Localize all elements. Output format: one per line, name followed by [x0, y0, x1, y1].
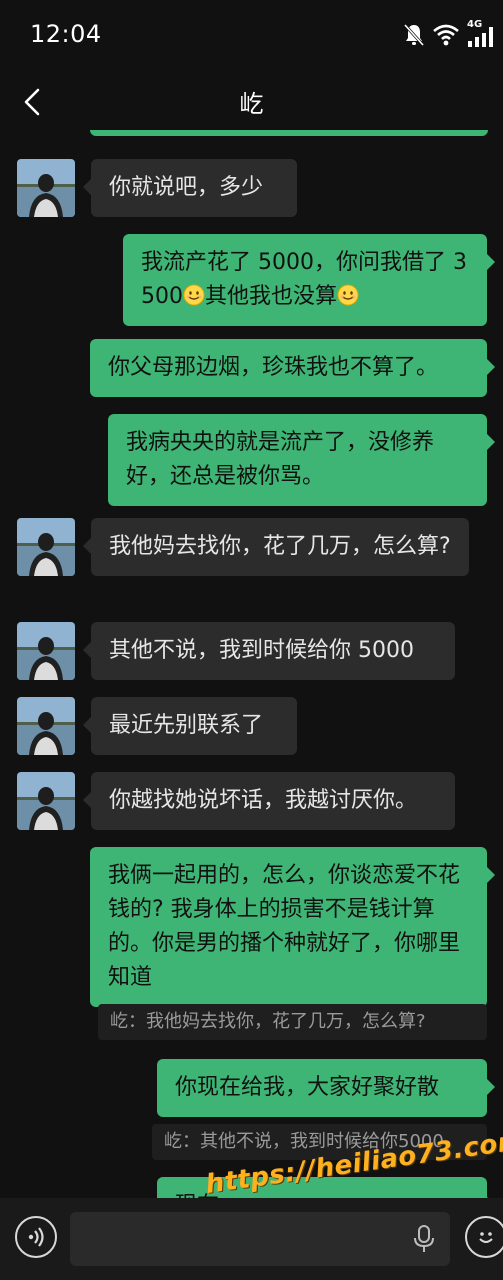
input-bar: [0, 1198, 503, 1280]
message-text: 最近先别联系了: [109, 713, 264, 738]
message-bubble-received[interactable]: 最近先别联系了: [83, 697, 297, 755]
message-text: 我他妈去找你，花了几万，怎么算?: [109, 534, 451, 559]
quoted-reply[interactable]: 屹：我他妈去找你，花了几万，怎么算?: [98, 1004, 487, 1040]
voice-mode-button[interactable]: [15, 1216, 57, 1258]
contact-avatar[interactable]: [17, 622, 75, 680]
microphone-icon[interactable]: [412, 1224, 436, 1254]
message-bubble-sent[interactable]: 我流产花了 5000，你问我借了 3500 其他我也没算: [123, 234, 495, 326]
message-text: 你现在给我，大家好聚好散: [175, 1075, 440, 1100]
quoted-reply[interactable]: 屹：其他不说，我到时候给你5000: [152, 1124, 487, 1160]
quote-text: 屹：其他不说，我到时候给你5000: [164, 1131, 444, 1152]
chat-title: 屹: [239, 90, 264, 118]
avatar-photo: [17, 622, 75, 680]
chat-header: 屹: [0, 70, 503, 130]
message-text: 你父母那边烟，珍珠我也不算了。: [108, 355, 439, 380]
emoji-icon: [479, 1232, 493, 1243]
message-input[interactable]: [70, 1212, 450, 1266]
smile-emoji-icon: [183, 284, 205, 306]
message-bubble-received[interactable]: 你越找她说坏话，我越讨厌你。: [83, 772, 455, 830]
status-bar: 12:04 4G: [0, 0, 503, 70]
emoji-button[interactable]: [465, 1216, 503, 1258]
message-bubble-sent[interactable]: 你现在给我，大家好聚好散: [157, 1059, 495, 1117]
message-bubble-received[interactable]: 我他妈去找你，花了几万，怎么算?: [83, 518, 469, 576]
message-bubble-clipped-top[interactable]: [90, 130, 488, 136]
avatar-photo: [17, 772, 75, 830]
status-time: 12:04: [30, 20, 102, 48]
mute-bell-icon: [403, 23, 425, 47]
contact-avatar[interactable]: [17, 518, 75, 576]
avatar-photo: [17, 518, 75, 576]
contact-avatar[interactable]: [17, 772, 75, 830]
contact-avatar[interactable]: [17, 697, 75, 755]
message-text: 我病央央的就是流产了，没修养好，还总是被你骂。: [126, 430, 435, 489]
message-bubble-sent[interactable]: 我俩一起用的，怎么，你谈恋爱不花钱的? 我身体上的损害不是钱计算的。你是男的播个…: [90, 847, 495, 1007]
message-text: 我俩一起用的，怎么，你谈恋爱不花钱的? 我身体上的损害不是钱计算的。你是男的播个…: [108, 863, 461, 990]
message-bubble-received[interactable]: 你就说吧，多少: [83, 159, 297, 217]
avatar-photo: [17, 159, 75, 217]
message-bubble-sent[interactable]: 你父母那边烟，珍珠我也不算了。: [90, 339, 495, 397]
message-text: 其他不说，我到时候给你 5000: [109, 638, 414, 663]
avatar-photo: [17, 697, 75, 755]
smile-emoji-icon: [337, 284, 359, 306]
message-bubble-clipped-bottom[interactable]: 现在: [157, 1177, 495, 1198]
message-text: 你越找她说坏话，我越讨厌你。: [109, 788, 418, 813]
message-bubble-sent[interactable]: 我病央央的就是流产了，没修养好，还总是被你骂。: [108, 414, 495, 506]
wifi-icon: [433, 24, 459, 46]
signal-4g-icon: 4G: [467, 19, 497, 47]
message-text: 其他我也没算: [205, 284, 338, 309]
message-text: 你就说吧，多少: [109, 175, 264, 200]
status-icons: 4G: [403, 19, 497, 50]
quote-text: 屹：我他妈去找你，花了几万，怎么算?: [110, 1011, 426, 1032]
message-bubble-received[interactable]: 其他不说，我到时候给你 5000: [83, 622, 455, 680]
contact-avatar[interactable]: [17, 159, 75, 217]
chat-message-list[interactable]: 你就说吧，多少 我流产花了 5000，你问我借了 3500 其他我也没算 你父母那…: [0, 130, 503, 1198]
voice-mode-icon: [28, 1227, 44, 1247]
